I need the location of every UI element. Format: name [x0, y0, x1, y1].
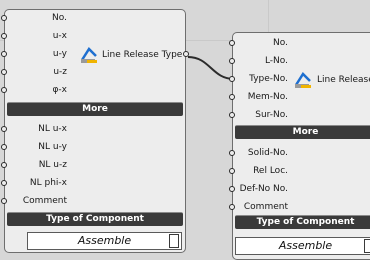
input-grip-type-no[interactable] [229, 76, 235, 82]
input-grip-nl-uy[interactable] [1, 144, 7, 150]
input-grip-solid-no[interactable] [229, 150, 235, 156]
input-l-no: L-No. [264, 56, 288, 66]
input-grip-comment[interactable] [229, 204, 235, 210]
input-comment: Comment [243, 202, 288, 212]
input-def-no: Def-No No. [239, 184, 288, 194]
input-nl-uy: NL u-y [38, 142, 67, 152]
output-label-line-release: Line Release [317, 75, 370, 85]
input-grip-nl-ux[interactable] [1, 126, 7, 132]
input-grip-uy[interactable] [1, 51, 7, 57]
input-grip-no[interactable] [1, 15, 7, 21]
input-ux: u-x [52, 31, 67, 41]
line-release-component[interactable]: No. L-No. Type-No. Mem-No. Sur-No. Line … [229, 32, 370, 260]
input-solid-no: Solid-No. [247, 148, 288, 158]
input-grip-nl-phix[interactable] [1, 180, 7, 186]
input-sur-no: Sur-No. [255, 110, 288, 120]
input-grip-l-no[interactable] [229, 58, 235, 64]
input-no: No. [52, 13, 67, 23]
dropdown-toggle-button[interactable] [169, 234, 179, 248]
input-phix: φ-x [52, 85, 67, 95]
type-of-component-bar: Type of Component [7, 212, 183, 226]
line-release-icon [294, 72, 311, 88]
input-grip-no[interactable] [229, 40, 235, 46]
input-uz: u-z [53, 67, 67, 77]
input-grip-uz[interactable] [1, 69, 7, 75]
more-bar[interactable]: More [235, 125, 370, 139]
input-grip-nl-uz[interactable] [1, 162, 7, 168]
type-of-component-dropdown[interactable]: Assemble [27, 232, 182, 250]
input-comment: Comment [22, 196, 67, 206]
input-grip-phix[interactable] [1, 87, 7, 93]
input-type-no: Type-No. [249, 74, 288, 84]
type-of-component-bar: Type of Component [235, 215, 370, 229]
input-nl-phix: NL phi-x [29, 178, 67, 188]
input-grip-sur-no[interactable] [229, 112, 235, 118]
type-of-component-value: Assemble [278, 239, 333, 252]
input-grip-def-no[interactable] [229, 186, 235, 192]
input-grip-rel-loc[interactable] [229, 168, 235, 174]
line-release-icon [80, 47, 97, 63]
input-nl-ux: NL u-x [38, 124, 67, 134]
output-label-line-release-type: Line Release Type [102, 50, 183, 60]
input-grip-ux[interactable] [1, 33, 7, 39]
input-grip-comment[interactable] [1, 198, 7, 204]
input-nl-uz: NL u-z [38, 160, 67, 170]
type-of-component-value: Assemble [77, 234, 132, 247]
input-no: No. [273, 38, 288, 48]
input-grip-mem-no[interactable] [229, 94, 235, 100]
input-uy: u-y [52, 49, 67, 59]
more-bar[interactable]: More [7, 102, 183, 116]
line-release-type-component[interactable]: No. u-x u-y u-z φ-x Line Release Type Mo… [1, 9, 189, 253]
output-grip-line-release-type[interactable] [183, 51, 189, 57]
type-of-component-dropdown[interactable]: Assemble [235, 237, 370, 255]
input-rel-loc: Rel Loc. [253, 166, 288, 176]
input-mem-no: Mem-No. [247, 92, 288, 102]
dropdown-toggle-button[interactable] [364, 239, 370, 253]
